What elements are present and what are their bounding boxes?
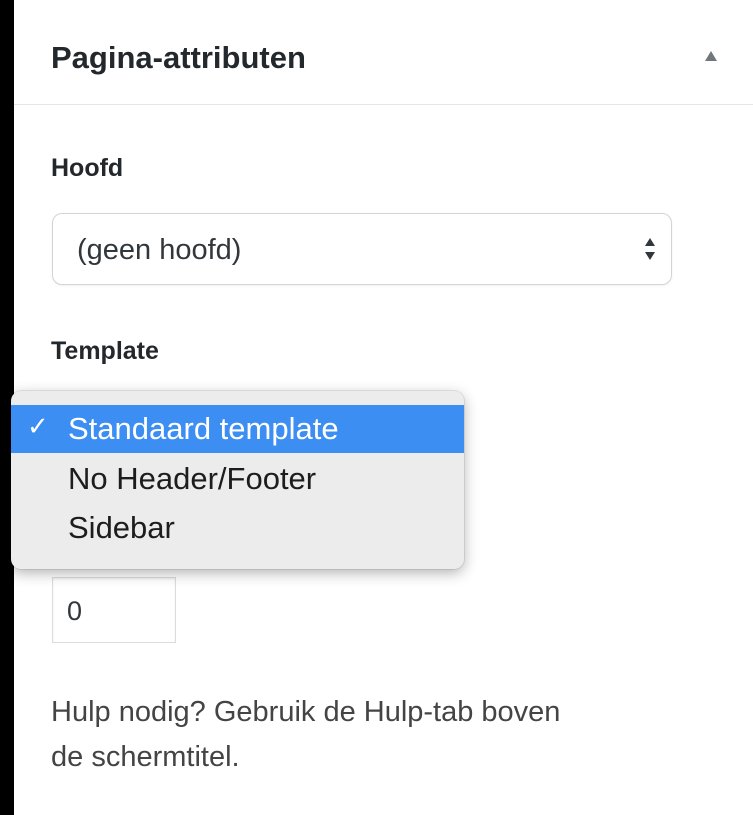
order-input[interactable]: 0	[52, 577, 176, 643]
updown-arrows-icon	[645, 238, 655, 260]
template-option-label: Standaard template	[68, 411, 339, 446]
help-text: Hulp nodig? Gebruik de Hulp-tab boven de…	[51, 690, 721, 780]
template-option-label: Sidebar	[68, 510, 175, 545]
parent-label: Hoofd	[51, 154, 124, 182]
help-text-line: Hulp nodig? Gebruik de Hulp-tab boven	[51, 696, 561, 728]
template-dropdown-menu: ✓ Standaard template No Header/Footer Si…	[11, 391, 464, 569]
template-label: Template	[51, 337, 159, 365]
template-option-label: No Header/Footer	[68, 461, 317, 496]
triangle-up-icon[interactable]	[705, 51, 717, 61]
parent-select-value: (geen hoofd)	[77, 234, 242, 266]
template-option-no-header-footer[interactable]: No Header/Footer	[11, 455, 464, 503]
checkmark-icon: ✓	[27, 411, 49, 441]
template-option-standard[interactable]: ✓ Standaard template	[11, 405, 464, 453]
panel-header[interactable]: Pagina-attributen	[14, 0, 753, 105]
order-value: 0	[67, 596, 83, 626]
template-option-sidebar[interactable]: Sidebar	[11, 504, 464, 552]
parent-select[interactable]: (geen hoofd)	[52, 213, 672, 285]
panel-title: Pagina-attributen	[51, 40, 306, 75]
help-text-line: de schermtitel.	[51, 741, 240, 773]
